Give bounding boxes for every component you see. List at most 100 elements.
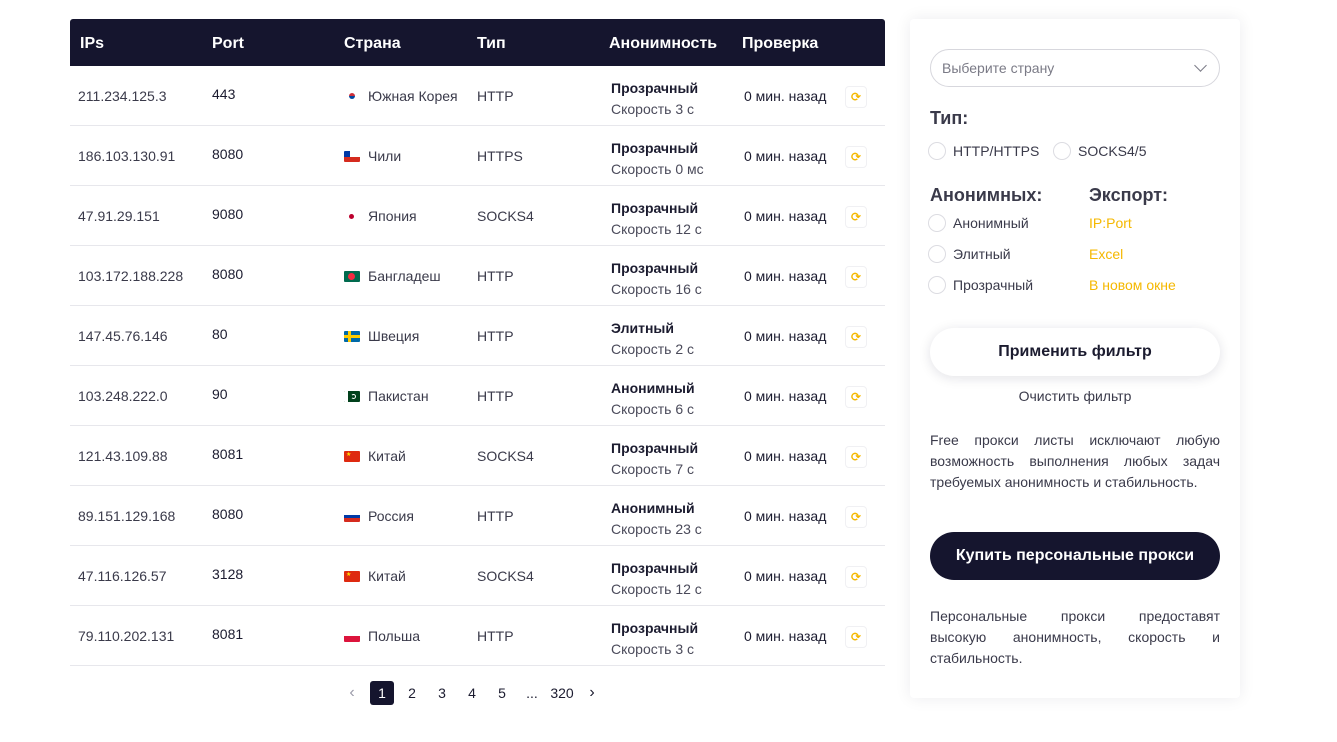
anonymity-level: Элитный [611, 320, 674, 336]
se-flag-icon [344, 330, 360, 342]
radio-icon[interactable] [928, 142, 946, 160]
check-time-cell: 0 мин. назад [744, 628, 827, 644]
check-time-cell: 0 мин. назад [744, 88, 827, 104]
anonymity-cell: Прозрачный Скорость 12 с [611, 198, 702, 240]
country-name: Польша [368, 628, 421, 644]
type-option-label: SOCKS4/5 [1078, 143, 1147, 159]
buy-personal-proxy-button[interactable]: Купить персональные прокси [930, 532, 1220, 580]
check-time-cell: 0 мин. назад [744, 508, 827, 524]
anonymity-cell: Прозрачный Скорость 16 с [611, 258, 702, 300]
chevron-right-icon[interactable]: › [580, 681, 604, 705]
anonymity-level: Прозрачный [611, 440, 699, 456]
anonymity-cell: Анонимный Скорость 23 с [611, 498, 702, 540]
radio-icon[interactable] [928, 276, 946, 294]
ru-flag-icon [344, 510, 360, 522]
export-new-window-link[interactable]: В новом окне [1089, 277, 1176, 293]
col-header-port[interactable]: Port [212, 35, 244, 53]
ip-cell[interactable]: 121.43.109.88 [78, 448, 168, 464]
check-time-cell: 0 мин. назад [744, 208, 827, 224]
type-cell: SOCKS4 [477, 448, 534, 464]
anon-option-anonymous[interactable]: Анонимный [928, 214, 1029, 232]
refresh-icon[interactable]: ⟳ [845, 446, 867, 468]
type-cell: HTTP [477, 88, 514, 104]
anon-option-elite[interactable]: Элитный [928, 245, 1011, 263]
type-title: Тип: [930, 108, 969, 128]
pk-flag-icon [344, 390, 360, 402]
clear-filter-link[interactable]: Очистить фильтр [930, 388, 1220, 404]
ip-cell[interactable]: 79.110.202.131 [78, 628, 174, 644]
col-header-ips[interactable]: IPs [80, 35, 104, 53]
speed-value: Скорость 6 с [611, 401, 695, 417]
table-row: 147.45.76.146 80 Швеция HTTP Элитный Скорость… [70, 306, 885, 366]
page-3[interactable]: 3 [430, 681, 454, 705]
refresh-icon[interactable]: ⟳ [845, 326, 867, 348]
country-cell: Южная Корея [344, 88, 458, 104]
apply-filter-button[interactable]: Применить фильтр [930, 328, 1220, 376]
page-1[interactable]: 1 [370, 681, 394, 705]
table-row: 103.172.188.228 8080 Бангладеш HTTP Прозрачн… [70, 246, 885, 306]
anonymity-level: Прозрачный [611, 620, 699, 636]
page-5[interactable]: 5 [490, 681, 514, 705]
port-cell: 80 [212, 326, 228, 342]
col-header-country[interactable]: Страна [344, 35, 401, 53]
page-4[interactable]: 4 [460, 681, 484, 705]
ip-cell[interactable]: 186.103.130.91 [78, 148, 175, 164]
country-cell: Польша [344, 628, 420, 644]
type-cell: SOCKS4 [477, 208, 534, 224]
anonymity-level: Анонимный [611, 380, 695, 396]
export-excel-link[interactable]: Excel [1089, 246, 1123, 262]
personal-proxy-note: Персональные прокси предоставят высокую … [930, 608, 1220, 666]
col-header-check[interactable]: Проверка [742, 35, 818, 53]
refresh-icon[interactable]: ⟳ [845, 86, 867, 108]
ip-cell[interactable]: 47.91.29.151 [78, 208, 160, 224]
country-select[interactable]: Выберите страну [930, 49, 1220, 87]
refresh-icon[interactable]: ⟳ [845, 566, 867, 588]
refresh-icon[interactable]: ⟳ [845, 626, 867, 648]
country-cell: ★ Китай [344, 568, 406, 584]
ip-cell[interactable]: 103.248.222.0 [78, 388, 168, 404]
type-option-label: HTTP/HTTPS [953, 143, 1040, 159]
anonymity-cell: Прозрачный Скорость 3 с [611, 78, 698, 120]
anonymity-level: Анонимный [611, 500, 695, 516]
type-cell: SOCKS4 [477, 568, 534, 584]
page-320[interactable]: 320 [550, 681, 574, 705]
refresh-icon[interactable]: ⟳ [845, 146, 867, 168]
ip-cell[interactable]: 103.172.188.228 [78, 268, 183, 284]
refresh-icon[interactable]: ⟳ [845, 506, 867, 528]
speed-value: Скорость 3 с [611, 641, 695, 657]
anonymity-cell: Элитный Скорость 2 с [611, 318, 694, 360]
ip-cell[interactable]: 211.234.125.3 [78, 88, 167, 104]
refresh-icon[interactable]: ⟳ [845, 386, 867, 408]
page-2[interactable]: 2 [400, 681, 424, 705]
anon-option-transparent[interactable]: Прозрачный [928, 276, 1033, 294]
radio-icon[interactable] [1053, 142, 1071, 160]
refresh-icon[interactable]: ⟳ [845, 206, 867, 228]
country-name: Китай [368, 568, 406, 584]
port-cell: 8081 [212, 446, 244, 462]
ip-cell[interactable]: 147.45.76.146 [78, 328, 168, 344]
refresh-icon[interactable]: ⟳ [845, 266, 867, 288]
export-ipport-link[interactable]: IP:Port [1089, 215, 1132, 231]
radio-icon[interactable] [928, 245, 946, 263]
type-option-http[interactable]: HTTP/HTTPS [928, 142, 1039, 160]
anonymity-cell: Прозрачный Скорость 0 мс [611, 138, 704, 180]
chevron-left-icon[interactable]: ‹ [340, 681, 364, 705]
col-header-anonymity[interactable]: Анонимность [609, 35, 717, 53]
speed-value: Скорость 2 с [611, 341, 695, 357]
anonymity-level: Прозрачный [611, 80, 699, 96]
check-time-cell: 0 мин. назад [744, 388, 827, 404]
radio-icon[interactable] [928, 214, 946, 232]
ip-cell[interactable]: 47.116.126.57 [78, 568, 167, 584]
table-row: 47.91.29.151 9080 Япония SOCKS4 Прозрачный Ск… [70, 186, 885, 246]
cn-flag-icon: ★ [344, 450, 360, 462]
ip-cell[interactable]: 89.151.129.168 [78, 508, 175, 524]
country-name: Пакистан [368, 388, 429, 404]
table-header: IPs Port Страна Тип Анонимность Проверка [70, 19, 885, 66]
type-cell: HTTP [477, 508, 514, 524]
col-header-type[interactable]: Тип [477, 35, 506, 53]
pl-flag-icon [344, 630, 360, 642]
type-option-socks[interactable]: SOCKS4/5 [1053, 142, 1146, 160]
speed-value: Скорость 12 с [611, 581, 702, 597]
anonymity-level: Прозрачный [611, 260, 699, 276]
type-cell: HTTPS [477, 148, 523, 164]
